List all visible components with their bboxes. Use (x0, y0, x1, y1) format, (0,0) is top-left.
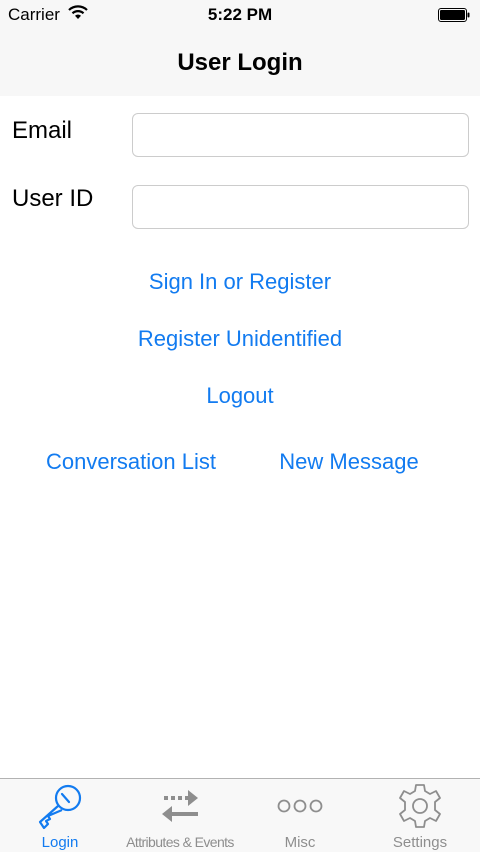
more-dots-icon (240, 783, 360, 829)
email-label: Email (12, 117, 73, 144)
user-id-label: User ID (12, 185, 94, 212)
tab-bar: Login Attributes & Events Misc Settings (0, 778, 480, 852)
sign-in-button[interactable]: Sign In or Register (0, 269, 480, 295)
tab-login[interactable]: Login (0, 779, 120, 853)
tab-settings[interactable]: Settings (360, 779, 480, 853)
conversation-list-button[interactable]: Conversation List (0, 449, 262, 475)
register-unidentified-button[interactable]: Register Unidentified (0, 326, 480, 352)
page-title: User Login (177, 49, 303, 76)
new-message-button[interactable]: New Message (230, 449, 468, 475)
navigation-bar: User Login (0, 30, 480, 96)
tab-misc[interactable]: Misc (240, 779, 360, 853)
key-icon (0, 783, 120, 830)
battery-icon (438, 8, 470, 22)
logout-button[interactable]: Logout (0, 383, 480, 409)
email-field[interactable] (132, 113, 469, 157)
tab-attributes-events[interactable]: Attributes & Events (120, 779, 240, 853)
gear-icon (360, 783, 480, 829)
tab-label: Settings (392, 834, 448, 851)
tab-label: Attributes & Events (126, 834, 234, 850)
tab-label: Misc (284, 834, 316, 851)
status-bar: Carrier 5:22 PM (0, 0, 480, 30)
arrows-exchange-icon (120, 783, 240, 829)
tab-label: Login (41, 834, 79, 851)
status-time: 5:22 PM (207, 5, 273, 24)
user-id-field[interactable] (132, 185, 469, 229)
